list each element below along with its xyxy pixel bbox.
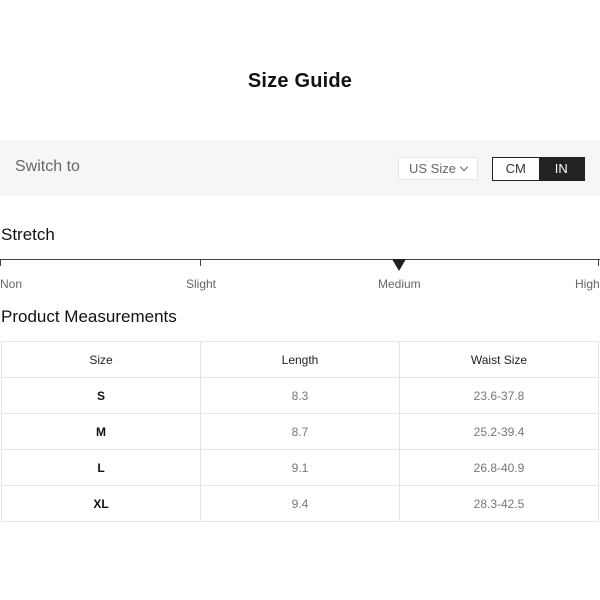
table-row: XL 9.4 28.3-42.5 [1, 485, 599, 522]
size-cell: L [1, 449, 201, 486]
column-header-size: Size [1, 341, 201, 378]
stretch-level-slight: Slight [186, 277, 217, 291]
table-row: L 9.1 26.8-40.9 [1, 449, 599, 486]
chevron-down-icon [459, 162, 469, 172]
measurements-heading: Product Measurements [1, 307, 177, 326]
waist-cell: 25.2-39.4 [399, 413, 599, 450]
triangle-down-icon [392, 259, 406, 271]
column-header-length: Length [200, 341, 400, 378]
waist-cell: 26.8-40.9 [399, 449, 599, 486]
stretch-level-high: High [575, 277, 600, 291]
size-cell: S [1, 377, 201, 414]
length-cell: 9.4 [200, 485, 400, 522]
table-row: M 8.7 25.2-39.4 [1, 413, 599, 450]
switch-to-label: Switch to [15, 158, 80, 175]
stretch-tick [0, 259, 1, 266]
size-cell: XL [1, 485, 201, 522]
stretch-scale: Non Slight Medium High [0, 258, 600, 298]
unit-in-button[interactable]: IN [538, 158, 584, 180]
table-row: S 8.3 23.6-37.8 [1, 377, 599, 414]
size-system-value: US Size [409, 161, 456, 176]
table-header-row: Size Length Waist Size [1, 341, 599, 378]
stretch-tick [200, 259, 201, 266]
column-header-waist: Waist Size [399, 341, 599, 378]
stretch-scale-line [0, 259, 600, 260]
length-cell: 9.1 [200, 449, 400, 486]
length-cell: 8.3 [200, 377, 400, 414]
waist-cell: 28.3-42.5 [399, 485, 599, 522]
stretch-level-non: Non [0, 277, 23, 291]
size-guide-page: Size Guide Switch to US Size CM IN Stret… [0, 0, 600, 600]
measurements-table: Size Length Waist Size S 8.3 23.6-37.8 M… [1, 341, 599, 522]
length-cell: 8.7 [200, 413, 400, 450]
stretch-tick [598, 259, 599, 266]
unit-toggle: CM IN [492, 157, 585, 181]
size-cell: M [1, 413, 201, 450]
stretch-heading: Stretch [1, 225, 55, 244]
size-system-select[interactable]: US Size [398, 157, 478, 180]
waist-cell: 23.6-37.8 [399, 377, 599, 414]
stretch-level-medium: Medium [378, 277, 421, 291]
unit-cm-button[interactable]: CM [493, 158, 539, 180]
page-title: Size Guide [247, 70, 353, 92]
